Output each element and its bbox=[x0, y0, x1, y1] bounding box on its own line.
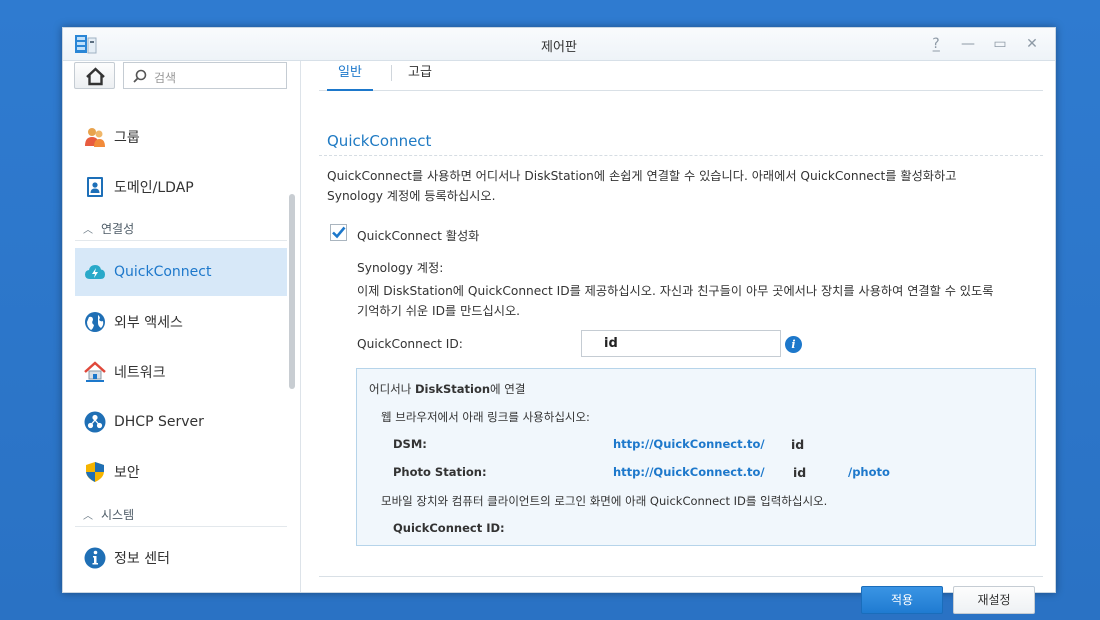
chevron-up-icon: ︿ bbox=[83, 225, 93, 236]
quickconnect-icon bbox=[84, 261, 106, 283]
search-icon bbox=[133, 69, 147, 83]
search-input[interactable]: 검색 bbox=[123, 62, 287, 89]
control-panel-window: 제어판 ?̲ — ▭ ✕ 검색 그룹 도메인/LDAP ︿ 연결성 QuickC… bbox=[62, 27, 1056, 614]
sidebar-item-group[interactable]: 그룹 bbox=[75, 113, 287, 161]
main-content: 일반 고급 QuickConnect QuickConnect를 사용하면 어디… bbox=[303, 61, 1055, 614]
sidebar-item-label: 도메인/LDAP bbox=[114, 180, 194, 196]
photo-station-id: id bbox=[793, 465, 807, 480]
browser-hint: 웹 브라우저에서 아래 링크를 사용하십시오: bbox=[381, 410, 590, 424]
shield-icon bbox=[84, 461, 106, 483]
dhcp-icon bbox=[84, 411, 106, 433]
tab-bar: 일반 고급 bbox=[319, 61, 1043, 91]
quickconnect-id-input[interactable]: id bbox=[581, 330, 781, 357]
id-hint-text: 이제 DiskStation에 QuickConnect ID를 제공하십시오.… bbox=[357, 281, 993, 321]
section-connectivity[interactable]: ︿ 연결성 bbox=[75, 217, 287, 241]
quickconnect-id-label: QuickConnect ID: bbox=[357, 337, 463, 351]
domain-ldap-icon bbox=[84, 176, 106, 198]
window-title: 제어판 bbox=[541, 40, 577, 55]
tab-general[interactable]: 일반 bbox=[327, 61, 373, 91]
sidebar-item-label: 그룹 bbox=[114, 130, 140, 146]
sidebar-item-domain-ldap[interactable]: 도메인/LDAP bbox=[75, 163, 287, 211]
title-bar[interactable]: 제어판 ?̲ — ▭ ✕ bbox=[63, 28, 1055, 61]
search-placeholder: 검색 bbox=[154, 71, 177, 85]
footer-divider bbox=[319, 576, 1043, 577]
sidebar-item-label: 외부 액세스 bbox=[114, 315, 183, 331]
chevron-up-icon: ︿ bbox=[83, 511, 93, 522]
home-icon bbox=[86, 67, 105, 86]
reset-button[interactable]: 재설정 bbox=[953, 586, 1035, 614]
qc-id-label: QuickConnect ID: bbox=[393, 521, 505, 535]
intro-line: Synology 계정에 등록하십시오. bbox=[327, 189, 496, 203]
enable-quickconnect-label[interactable]: QuickConnect 활성화 bbox=[357, 226, 479, 244]
mobile-hint: 모바일 장치와 컴퓨터 클라이언트의 로그인 화면에 아래 QuickConne… bbox=[381, 494, 828, 508]
close-icon[interactable]: ✕ bbox=[1023, 35, 1041, 53]
id-hint-line: 기억하기 쉬운 ID를 만드십시오. bbox=[357, 304, 521, 318]
sidebar-item-theme[interactable]: 테마 bbox=[75, 584, 287, 592]
network-house-icon bbox=[84, 361, 106, 383]
sidebar-item-external-access[interactable]: 외부 액세스 bbox=[75, 298, 287, 346]
minimize-icon[interactable]: — bbox=[959, 35, 977, 53]
section-label: 연결성 bbox=[101, 222, 135, 236]
maximize-icon[interactable]: ▭ bbox=[991, 35, 1009, 53]
section-divider bbox=[319, 155, 1043, 156]
apply-button[interactable]: 적용 bbox=[861, 586, 943, 614]
section-system[interactable]: ︿ 시스템 bbox=[75, 503, 287, 527]
synology-account-label: Synology 계정: bbox=[357, 261, 444, 275]
sidebar-item-dhcp-server[interactable]: DHCP Server bbox=[75, 398, 287, 446]
sidebar-scrollbar[interactable] bbox=[289, 194, 295, 389]
sidebar-item-security[interactable]: 보안 bbox=[75, 448, 287, 496]
sidebar-item-label: 정보 센터 bbox=[114, 551, 170, 567]
home-button[interactable] bbox=[74, 62, 115, 89]
sidebar-item-label: 보안 bbox=[114, 465, 140, 481]
sidebar: 검색 그룹 도메인/LDAP ︿ 연결성 QuickConnect 외부 액세스… bbox=[63, 61, 301, 592]
tab-divider bbox=[391, 65, 392, 81]
photo-station-label: Photo Station: bbox=[393, 465, 487, 479]
section-title: QuickConnect bbox=[327, 132, 432, 150]
id-hint-line: 이제 DiskStation에 QuickConnect ID를 제공하십시오.… bbox=[357, 284, 994, 298]
help-icon[interactable]: ?̲ bbox=[927, 35, 945, 53]
intro-text: QuickConnect를 사용하면 어디서나 DiskStation에 손쉽게… bbox=[327, 166, 956, 206]
intro-line: QuickConnect를 사용하면 어디서나 DiskStation에 손쉽게… bbox=[327, 169, 957, 183]
sidebar-item-label: DHCP Server bbox=[114, 414, 204, 430]
tab-advanced[interactable]: 고급 bbox=[397, 61, 443, 91]
dsm-link[interactable]: http://QuickConnect.to/ bbox=[613, 437, 765, 451]
dsm-id: id bbox=[791, 437, 805, 452]
sidebar-item-quickconnect[interactable]: QuickConnect bbox=[75, 248, 287, 296]
dsm-label: DSM: bbox=[393, 437, 427, 451]
enable-quickconnect-checkbox[interactable] bbox=[330, 224, 347, 241]
connect-anywhere-box: 어디서나 DiskStation에 연결 웹 브라우저에서 아래 링크를 사용하… bbox=[356, 368, 1036, 546]
sidebar-item-label: 네트워크 bbox=[114, 365, 166, 381]
photo-station-suffix[interactable]: /photo bbox=[848, 465, 890, 479]
globe-icon bbox=[84, 311, 106, 333]
photo-station-link[interactable]: http://QuickConnect.to/ bbox=[613, 465, 765, 479]
checkmark-icon bbox=[332, 226, 346, 239]
group-icon bbox=[84, 126, 106, 148]
sidebar-item-network[interactable]: 네트워크 bbox=[75, 348, 287, 396]
section-label: 시스템 bbox=[101, 508, 135, 522]
sidebar-item-info-center[interactable]: 정보 센터 bbox=[75, 534, 287, 582]
info-icon bbox=[84, 547, 106, 569]
infobox-title: 어디서나 DiskStation에 연결 bbox=[369, 382, 526, 396]
info-tooltip-icon[interactable]: i bbox=[785, 336, 802, 353]
sidebar-item-label: QuickConnect bbox=[114, 264, 212, 280]
